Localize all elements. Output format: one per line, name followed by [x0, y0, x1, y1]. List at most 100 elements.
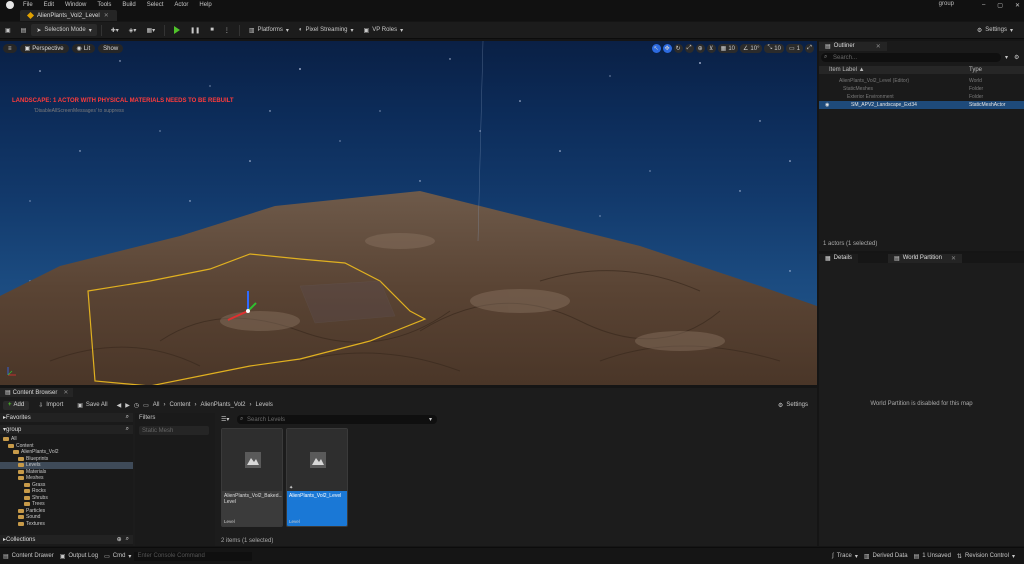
menu-file[interactable]: File	[23, 2, 33, 8]
scale-snap-button[interactable]: ⤡ 10	[764, 44, 784, 53]
breadcrumb-content[interactable]: Content	[169, 402, 190, 408]
breadcrumb-all[interactable]: All	[153, 402, 160, 408]
pixel-streaming-button[interactable]: ◐ Pixel Streaming ▾	[294, 24, 359, 36]
menu-help[interactable]: Help	[199, 2, 211, 8]
outliner-row[interactable]: AlienPlants_Vol2_Level (Editor) World	[819, 77, 1024, 85]
maximize-viewport-icon[interactable]: ⤢	[805, 44, 814, 53]
vp-roles-button[interactable]: ▣ VP Roles ▾	[359, 24, 409, 36]
content-settings-button[interactable]: ⚙ Settings	[773, 399, 813, 411]
import-button[interactable]: ⇩ Import	[33, 399, 68, 411]
type-column[interactable]: Type	[969, 67, 982, 73]
favorites-header[interactable]: ▸ Favorites ⌕	[0, 413, 133, 422]
rotation-snap-button[interactable]: ∠ 10°	[740, 44, 763, 53]
breadcrumb-alienplants[interactable]: AlienPlants_Vol2	[200, 402, 245, 408]
menu-window[interactable]: Window	[65, 2, 86, 8]
back-icon[interactable]: ◀	[117, 402, 122, 409]
outliner-row[interactable]: StaticMeshes Folder	[819, 85, 1024, 93]
add-button[interactable]: + Add	[3, 400, 30, 410]
camera-speed-button[interactable]: ▭ 1	[785, 44, 803, 53]
show-button[interactable]: Show	[98, 44, 124, 53]
selection-mode-button[interactable]: ➤ Selection Mode ▾	[31, 24, 97, 36]
content-icon[interactable]: ▤	[16, 24, 32, 36]
unreal-logo-icon[interactable]	[6, 1, 14, 9]
menu-edit[interactable]: Edit	[44, 2, 54, 8]
maximize-icon[interactable]: ▢	[997, 2, 1003, 9]
rotate-tool-icon[interactable]: ↻	[673, 44, 683, 53]
folder-icon[interactable]: ▭	[143, 402, 149, 409]
menu-actor[interactable]: Actor	[174, 2, 188, 8]
outliner-row[interactable]: Exterior Environment Folder	[819, 93, 1024, 101]
history-icon[interactable]: ◷	[134, 402, 139, 409]
gizmo-center[interactable]	[246, 309, 250, 313]
perspective-button[interactable]: ▣ Perspective	[19, 44, 69, 53]
asset-tile-selected[interactable]: ✦ AlienPlants_Vol2_Level Level	[286, 428, 348, 527]
menu-build[interactable]: Build	[122, 2, 135, 8]
level-thumbnail	[287, 429, 347, 491]
trace-button[interactable]: ∫ Trace ▾	[829, 548, 861, 564]
filter-icon[interactable]: ☰▾	[221, 416, 229, 423]
viewport-menu-button[interactable]: ≡	[3, 44, 17, 53]
level-tab[interactable]: AlienPlants_Vol2_Level ✕	[20, 10, 117, 21]
item-label-column[interactable]: Item Label ▲	[829, 67, 969, 73]
outliner-row-selected[interactable]: ◉ SM_APV2_Landscape_Ext34 StaticMeshActo…	[819, 101, 1024, 109]
content-browser-tab[interactable]: ▤ Content Browser ✕	[0, 388, 74, 397]
add-actor-icon[interactable]: ✚▾	[106, 24, 124, 36]
outliner-tab[interactable]: ▤ Outliner ✕	[819, 41, 887, 51]
settings-button[interactable]: ⚙ Settings ▾	[972, 24, 1018, 36]
asset-tile[interactable]: AlienPlants_Vol2_Baked... Level Level	[221, 428, 283, 527]
search-icon[interactable]: ⌕	[126, 426, 129, 433]
close-icon[interactable]: ✕	[876, 43, 881, 50]
world-space-icon[interactable]: ⊕	[695, 44, 705, 53]
collections-header[interactable]: ▸ Collections ⊕ ⌕	[0, 535, 133, 544]
cinematics-icon[interactable]: ▦▾	[141, 24, 160, 36]
surface-snap-icon[interactable]: ⊻	[706, 44, 716, 53]
group-header[interactable]: ▾ group ⌕	[0, 425, 133, 434]
status-bar: ▤ Content Drawer ▣ Output Log ▭ Cmd ▾ Ent…	[0, 547, 1024, 564]
search-icon[interactable]: ⌕	[126, 536, 129, 543]
close-icon[interactable]: ✕	[104, 12, 109, 19]
tree-item-textures[interactable]: Textures	[0, 521, 133, 528]
chevron-down-icon[interactable]: ▾	[429, 416, 432, 423]
blueprint-icon[interactable]: ◈▾	[124, 24, 142, 36]
save-all-button[interactable]: ▣ Save All	[72, 399, 112, 411]
move-tool-icon[interactable]: ✥	[662, 44, 672, 53]
add-collection-icon[interactable]: ⊕	[117, 536, 122, 543]
play-button[interactable]	[169, 24, 185, 36]
select-tool-icon[interactable]: ↖	[651, 44, 661, 53]
gear-icon[interactable]: ⚙	[1014, 54, 1019, 61]
eye-icon[interactable]: ◉	[825, 102, 851, 108]
outliner-search-input[interactable]: Search...	[821, 53, 1001, 62]
output-log-button[interactable]: ▣ Output Log	[57, 548, 101, 564]
platforms-button[interactable]: ▥ Platforms ▾	[244, 24, 294, 36]
outliner-row-label: SM_APV2_Landscape_Ext34	[851, 102, 917, 108]
revision-control-button[interactable]: ⇅ Revision Control ▾	[954, 548, 1018, 564]
filter-icon[interactable]: ▾	[1005, 54, 1008, 61]
search-levels-input[interactable]: Search Levels	[237, 415, 437, 424]
menu-select[interactable]: Select	[147, 2, 164, 8]
save-icon[interactable]: ▣	[0, 24, 16, 36]
play-options-icon[interactable]: ⋮	[219, 24, 235, 36]
minimize-icon[interactable]: –	[982, 2, 985, 8]
grid-snap-button[interactable]: ▦ 10	[717, 44, 739, 53]
scale-tool-icon[interactable]: ⤢	[684, 44, 694, 53]
details-tab[interactable]: ▦ Details	[819, 253, 859, 263]
content-drawer-button[interactable]: ▤ Content Drawer	[0, 548, 57, 564]
static-mesh-filter[interactable]: Static Mesh	[139, 426, 209, 435]
close-icon[interactable]: ✕	[951, 255, 956, 262]
search-icon[interactable]: ⌕	[126, 414, 129, 421]
cmd-dropdown[interactable]: ▭ Cmd ▾	[101, 548, 134, 564]
level-viewport[interactable]: ≡ ▣ Perspective ◉ Lit Show ↖ ✥ ↻ ⤢ ⊕ ⊻ ▦…	[0, 41, 817, 385]
close-icon[interactable]: ✕	[63, 389, 68, 396]
unsaved-button[interactable]: ▤ 1 Unsaved	[911, 548, 954, 564]
lit-button[interactable]: ◉ Lit	[71, 44, 96, 53]
close-icon[interactable]: ✕	[1015, 2, 1020, 9]
pause-icon[interactable]: ❚❚	[185, 24, 205, 36]
derived-data-button[interactable]: ▥ Derived Data	[861, 548, 911, 564]
menu-tools[interactable]: Tools	[97, 2, 111, 8]
stop-icon[interactable]: ■	[205, 24, 219, 36]
world-partition-tab[interactable]: ▤ World Partition ✕	[888, 253, 962, 263]
forward-icon[interactable]: ▶	[125, 402, 130, 409]
console-command-input[interactable]: Enter Console Command	[134, 551, 253, 561]
folder-icon	[24, 495, 30, 500]
breadcrumb-levels[interactable]: Levels	[256, 402, 273, 408]
